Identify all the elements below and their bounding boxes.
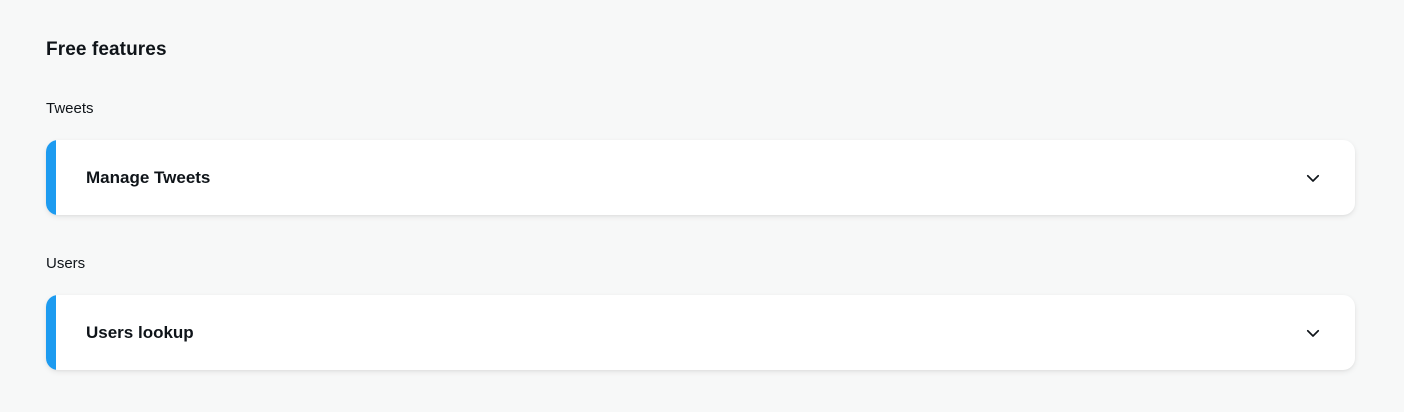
- accent-bar: [46, 295, 56, 370]
- accordion-title: Manage Tweets: [86, 168, 211, 187]
- chevron-down-icon[interactable]: [1303, 323, 1323, 343]
- accordion-manage-tweets[interactable]: Manage Tweets: [46, 140, 1355, 215]
- accordion-title: Users lookup: [86, 323, 194, 342]
- accordion-users-lookup[interactable]: Users lookup: [46, 295, 1355, 370]
- page-title: Free features: [46, 39, 167, 60]
- section-label-tweets: Tweets: [46, 100, 94, 117]
- chevron-down-icon[interactable]: [1303, 168, 1323, 188]
- accent-bar: [46, 140, 56, 215]
- section-label-users: Users: [46, 255, 86, 272]
